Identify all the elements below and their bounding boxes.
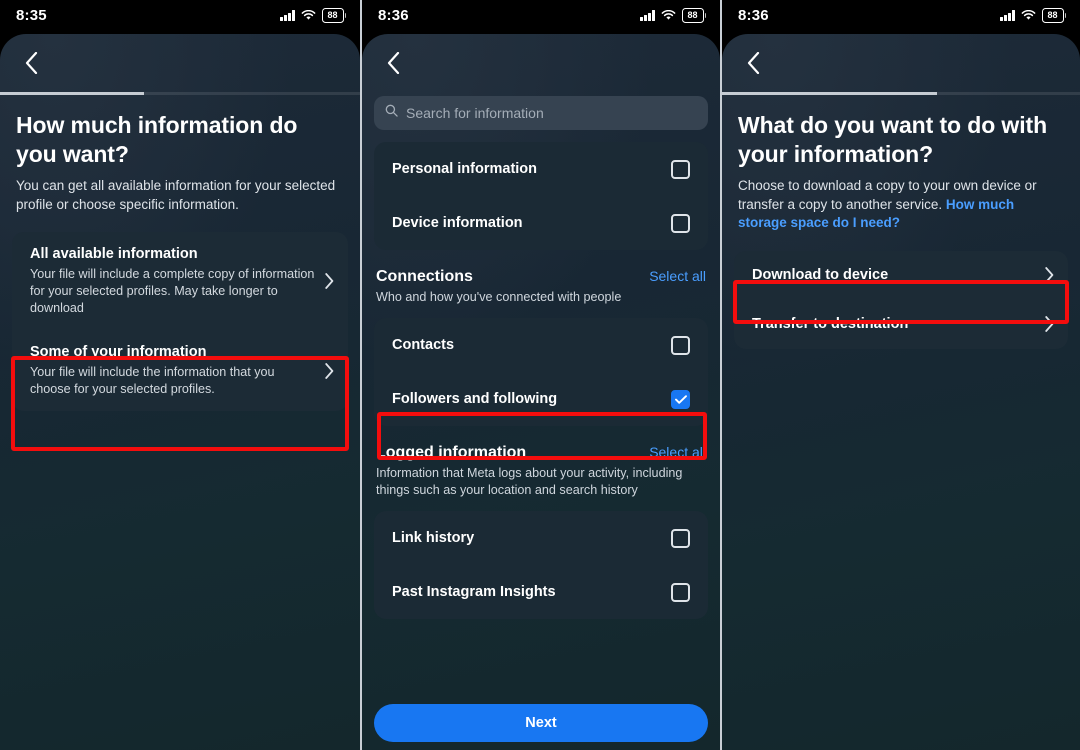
cellular-signal-icon xyxy=(640,9,655,21)
section-title: Logged information xyxy=(376,444,527,461)
chevron-right-icon xyxy=(1045,316,1054,332)
status-indicators: 88 xyxy=(640,7,706,23)
checkbox-unchecked-icon[interactable] xyxy=(671,582,690,602)
list-item-followers-and-following[interactable]: Followers and following xyxy=(374,372,708,426)
status-indicators: 88 xyxy=(280,7,346,23)
list-item-personal-information[interactable]: Personal information xyxy=(374,142,708,196)
next-button[interactable]: Next xyxy=(374,704,708,742)
list-item-contacts[interactable]: Contacts xyxy=(374,318,708,372)
chevron-left-icon xyxy=(387,52,400,74)
wifi-icon xyxy=(301,9,316,21)
option-title: Some of your information xyxy=(30,344,207,360)
status-time: 8:36 xyxy=(738,6,769,24)
status-bar: 8:36 88 xyxy=(722,0,1080,30)
battery-level: 88 xyxy=(681,7,704,23)
cellular-signal-icon xyxy=(1000,9,1015,21)
panel-what-to-do-with-information: 8:36 88 What do you want to do with your… xyxy=(720,0,1080,750)
option-title: Transfer to destination xyxy=(752,315,909,332)
destination-card-group: Download to device Transfer to destinati… xyxy=(734,250,1068,349)
chevron-left-icon xyxy=(747,52,760,74)
checkbox-checked-icon[interactable] xyxy=(671,389,690,409)
search-bar[interactable] xyxy=(374,96,708,130)
list-item-label: Past Instagram Insights xyxy=(392,584,556,600)
status-indicators: 88 xyxy=(1000,7,1066,23)
top-checkbox-group: Personal information Device information xyxy=(374,142,708,250)
list-item-device-information[interactable]: Device information xyxy=(374,196,708,250)
section-logged-information: Logged information Select all Informatio… xyxy=(362,426,720,499)
chevron-right-icon xyxy=(325,362,334,379)
battery-icon: 88 xyxy=(321,7,346,23)
status-time: 8:36 xyxy=(378,6,409,24)
status-bar: 8:35 88 xyxy=(0,0,360,30)
checkbox-unchecked-icon[interactable] xyxy=(671,528,690,548)
option-card-group: All available information Your file will… xyxy=(12,232,348,411)
option-title: All available information xyxy=(30,246,198,262)
cellular-signal-icon xyxy=(280,9,295,21)
nav-bar xyxy=(0,34,360,92)
checkbox-unchecked-icon[interactable] xyxy=(671,213,690,233)
page-subtitle: Choose to download a copy to your own de… xyxy=(722,169,1080,233)
section-connections: Connections Select all Who and how you'v… xyxy=(362,250,720,306)
chevron-left-icon xyxy=(25,52,38,74)
nav-bar xyxy=(722,34,1080,92)
status-bar: 8:36 88 xyxy=(362,0,720,30)
chevron-right-icon xyxy=(325,273,334,289)
search-input[interactable] xyxy=(406,105,697,121)
panel-how-much-information: 8:35 88 How much information do you want… xyxy=(0,0,360,750)
option-title: Download to device xyxy=(752,266,889,283)
app-screen: What do you want to do with your informa… xyxy=(722,34,1080,750)
search-icon xyxy=(385,104,398,122)
logged-information-checkbox-group: Link history Past Instagram Insights xyxy=(374,511,708,619)
nav-bar xyxy=(362,34,720,92)
list-item-label: Personal information xyxy=(392,161,538,177)
battery-icon: 88 xyxy=(1041,7,1066,23)
select-all-link[interactable]: Select all xyxy=(649,268,706,284)
option-description: Your file will include the information t… xyxy=(30,365,275,396)
page-title: What do you want to do with your informa… xyxy=(738,112,1048,167)
option-transfer-to-destination[interactable]: Transfer to destination xyxy=(734,300,1068,349)
bottom-button-bar: Next xyxy=(362,704,720,742)
wifi-icon xyxy=(661,9,676,21)
battery-level: 88 xyxy=(321,7,344,23)
panel-select-information: 8:36 88 Search for information Personal … xyxy=(360,0,720,750)
list-item-label: Link history xyxy=(392,530,475,546)
back-button[interactable] xyxy=(16,48,46,78)
list-item-label: Followers and following xyxy=(392,391,558,407)
option-description: Your file will include a complete copy o… xyxy=(30,267,315,315)
connections-checkbox-group: Contacts Followers and following xyxy=(374,318,708,426)
page-title: How much information do you want? xyxy=(16,112,298,167)
checkbox-unchecked-icon[interactable] xyxy=(671,159,690,179)
battery-icon: 88 xyxy=(681,7,706,23)
page-subtitle: You can get all available information fo… xyxy=(16,178,336,212)
list-item-label: Device information xyxy=(392,215,523,231)
select-all-link[interactable]: Select all xyxy=(649,444,706,460)
chevron-right-icon xyxy=(1045,267,1054,283)
option-download-to-device[interactable]: Download to device xyxy=(734,251,1068,300)
option-all-available-information[interactable]: All available information Your file will… xyxy=(12,232,348,330)
wifi-icon xyxy=(1021,9,1036,21)
list-item-past-instagram-insights[interactable]: Past Instagram Insights xyxy=(374,565,708,619)
app-screen: How much information do you want? You ca… xyxy=(0,34,360,750)
list-item-link-history[interactable]: Link history xyxy=(374,511,708,565)
checkbox-unchecked-icon[interactable] xyxy=(671,335,690,355)
option-some-of-your-information[interactable]: Some of your information Your file will … xyxy=(12,330,348,411)
status-time: 8:35 xyxy=(16,6,47,24)
section-title: Connections xyxy=(376,268,473,285)
app-screen: Personal information Device information … xyxy=(362,34,720,750)
three-panel-screenshot: 8:35 88 How much information do you want… xyxy=(0,0,1080,750)
list-item-label: Contacts xyxy=(392,337,455,353)
back-button[interactable] xyxy=(378,48,408,78)
section-description: Who and how you've connected with people xyxy=(376,290,622,304)
back-button[interactable] xyxy=(738,48,768,78)
section-description: Information that Meta logs about your ac… xyxy=(376,466,683,497)
battery-level: 88 xyxy=(1041,7,1064,23)
